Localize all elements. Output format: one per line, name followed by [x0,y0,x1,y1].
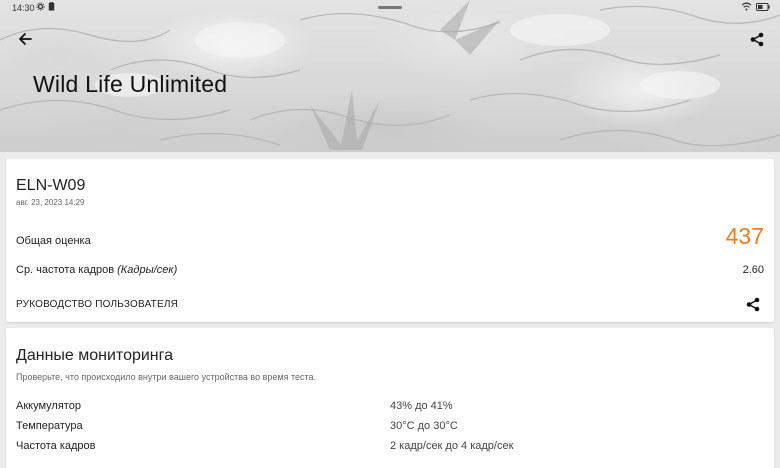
battery-saver-icon [48,2,55,11]
monitoring-row-battery: Аккумулятор 43% до 41% [16,400,764,414]
share-button-result[interactable] [744,295,762,313]
avg-fps-value: 2.60 [742,264,764,276]
monitoring-card: Данные мониторинга Проверьте, что происх… [6,328,774,468]
hero-banner: 14:30 Wild Life Unlimited [0,0,780,152]
settings-icon [36,2,45,11]
overall-score-label: Общая оценка [16,235,91,247]
share-button-header[interactable] [746,28,768,50]
monitoring-subtitle: Проверьте, что происходило внутри вашего… [16,372,317,382]
back-arrow-icon [19,33,32,45]
monitoring-row-label: Температура [16,420,83,432]
user-guide-link[interactable]: РУКОВОДСТВО ПОЛЬЗОВАТЕЛЯ [16,299,178,310]
wifi-icon [741,2,752,11]
monitoring-row-value: 30°C до 30°C [390,420,458,432]
monitoring-row-label: Аккумулятор [16,400,81,412]
monitoring-row-framerate: Частота кадров 2 кадр/сек до 4 кадр/сек [16,440,764,454]
test-date: авг. 23, 2023 14:29 [16,198,85,207]
avg-fps-label-text: Ср. частота кадров [16,264,115,276]
status-left-icons [36,2,55,11]
page-title: Wild Life Unlimited [33,71,228,97]
overall-score-value: 437 [725,223,764,249]
drag-handle[interactable] [378,6,402,9]
status-bar: 14:30 [0,0,780,16]
back-button[interactable] [14,28,36,50]
status-time: 14:30 [12,3,35,13]
monitoring-title: Данные мониторинга [16,347,174,364]
monitoring-row-temperature: Температура 30°C до 30°C [16,420,764,434]
monitoring-row-value: 2 кадр/сек до 4 кадр/сек [390,440,514,452]
avg-fps-label: Ср. частота кадров (Кадры/сек) [16,264,177,276]
status-right-icons [741,2,770,11]
device-name: ELN-W09 [16,177,86,194]
battery-icon [756,2,770,11]
result-card: ELN-W09 авг. 23, 2023 14:29 Общая оценка… [6,159,774,322]
avg-fps-unit: (Кадры/сек) [117,264,178,276]
monitoring-row-label: Частота кадров [16,440,96,452]
share-icon [746,297,760,311]
share-icon [750,32,764,46]
monitoring-row-value: 43% до 41% [390,400,453,412]
